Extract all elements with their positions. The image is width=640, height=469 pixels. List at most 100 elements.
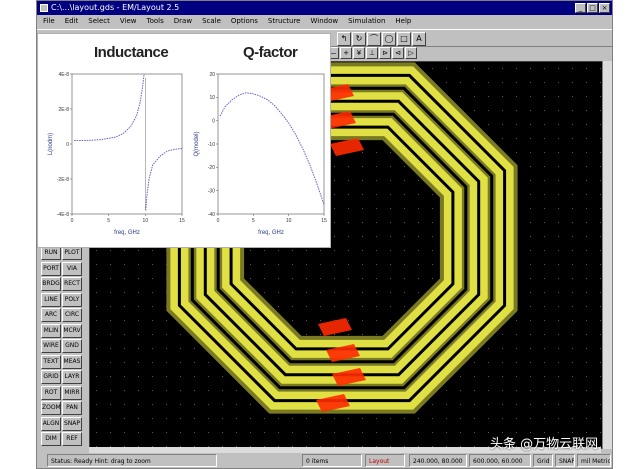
palette-dim-button[interactable]: DIM <box>41 432 61 446</box>
status-message: Status: Ready Hint: drag to zoom <box>47 454 217 467</box>
y-tick-label: -20 <box>208 165 215 171</box>
y-tick-label: 20 <box>209 72 215 78</box>
palette-mirr-button[interactable]: MIRR <box>62 385 82 400</box>
x-tick-label: 10 <box>286 218 292 224</box>
menu-draw[interactable]: Draw <box>174 15 192 28</box>
menu-simulation[interactable]: Simulation <box>348 15 385 28</box>
y-tick-label: -4E-8 <box>57 212 69 218</box>
inductance-series-branch-2 <box>145 147 183 211</box>
palette-pan-button[interactable]: PAN <box>62 401 82 415</box>
app-icon <box>40 4 48 12</box>
menu-edit[interactable]: Edit <box>65 15 79 28</box>
tool-circle-button[interactable]: ◯ <box>382 32 396 46</box>
palette-rect-button[interactable]: RECT <box>62 277 82 291</box>
palette-arc-button[interactable]: ARC <box>41 308 61 322</box>
palette-brdg-button[interactable]: BRDG <box>41 277 61 291</box>
tool-ground-button[interactable]: ⊥ <box>366 47 378 59</box>
status-mode: Layout <box>365 454 405 467</box>
x-axis-label: freq, GHz <box>114 230 140 236</box>
close-button[interactable]: × <box>599 3 610 13</box>
palette-poly-button[interactable]: POLY <box>62 292 82 307</box>
secondary-toolbar: — + ¥ ⊥ ⊳ ⊲ ▷ <box>327 47 437 61</box>
menu-select[interactable]: Select <box>88 15 110 28</box>
menu-options[interactable]: Options <box>231 15 258 28</box>
menu-structure[interactable]: Structure <box>268 15 301 28</box>
status-coord-1: 240.000, 80.000 <box>409 454 467 467</box>
palette-mcrv-button[interactable]: MCRV <box>62 323 82 338</box>
palette-mlin-button[interactable]: MLIN <box>41 323 61 338</box>
palette-zoom-button[interactable]: ZOOM <box>41 401 61 415</box>
vertical-scrollbar[interactable] <box>602 61 612 449</box>
palette-meas-button[interactable]: MEAS <box>62 354 82 369</box>
y-tick-label: 0 <box>66 142 69 148</box>
y-axis-label: L(nodm) <box>48 133 54 155</box>
chart-inductance: 4E-82E-80-2E-8-4E-80 5 10 15freq, GHzL(nodm… <box>48 72 185 236</box>
x-tick-label: 5 <box>107 218 110 224</box>
tool-port-right-button[interactable]: ⊳ <box>379 47 391 59</box>
palette-snap-button[interactable]: SNAP <box>62 416 82 431</box>
tool-port-left-button[interactable]: ⊲ <box>392 47 404 59</box>
x-tick-label: 0 <box>71 218 74 224</box>
title-bar: C:\...\layout.gds - EM/Layout 2.5 _ □ × <box>37 1 612 15</box>
plot-frame <box>71 73 183 215</box>
plots-svg: 4E-82E-80-2E-8-4E-80 5 10 15freq, GHzL(nodm… <box>48 72 327 236</box>
y-tick-label: 10 <box>209 95 215 101</box>
inductance-series-branch-1 <box>74 73 146 141</box>
status-bar: Status: Ready Hint: drag to zoom 0 items… <box>37 453 612 468</box>
y-tick-label: -2E-8 <box>57 177 69 183</box>
y-tick-label: -10 <box>208 142 215 148</box>
menu-file[interactable]: File <box>43 15 55 28</box>
status-units: mil Metric <box>577 454 611 467</box>
via-4 <box>318 318 352 336</box>
y-tick-label: -30 <box>208 188 215 194</box>
tool-rect-button[interactable]: □ <box>397 32 411 46</box>
palette-grid-button[interactable]: GRID <box>41 370 61 384</box>
y-tick-label: 0 <box>212 118 215 124</box>
palette-via-button[interactable]: VIA <box>62 261 82 276</box>
palette-layr-button[interactable]: LAYR <box>62 370 82 384</box>
status-coord-2: 600.000, 60.000 <box>469 454 531 467</box>
y-tick-label: 2E-8 <box>58 107 69 113</box>
y-tick-label: 4E-8 <box>58 72 69 78</box>
menu-help[interactable]: Help <box>395 15 411 28</box>
palette-gnd-button[interactable]: GND <box>62 339 82 353</box>
minimize-button[interactable]: _ <box>575 3 586 13</box>
x-tick-label: 15 <box>179 218 185 224</box>
tool-cross-button[interactable]: + <box>340 47 352 59</box>
tool-play-button[interactable]: ▷ <box>405 47 417 59</box>
menu-window[interactable]: Window <box>311 15 339 28</box>
menu-tools[interactable]: Tools <box>147 15 164 28</box>
status-snap: SNAP <box>555 454 575 467</box>
tool-rotate-button[interactable]: ↻ <box>352 32 366 46</box>
tool-return-button[interactable]: ↰ <box>337 32 351 46</box>
tool-tee-button[interactable]: ¥ <box>353 47 365 59</box>
palette-port-button[interactable]: PORT <box>41 261 61 276</box>
chart-qfactor: 20100-10-20-30-400 5 10 15freq, GHzQ(model) <box>194 72 327 236</box>
maximize-button[interactable]: □ <box>587 3 598 13</box>
palette-algn-button[interactable]: ALGN <box>41 416 61 431</box>
plot-panel: Inductance Q-factor 4E-8 2E-8 0 -2E-8 -4E-8 0… <box>37 33 331 248</box>
status-count: 0 items <box>302 454 362 467</box>
palette-ref-button[interactable]: REF <box>62 432 82 446</box>
tool-arc-button[interactable]: ⌒ <box>367 32 381 46</box>
palette-wire-button[interactable]: WIRE <box>41 339 61 353</box>
x-tick-label: 0 <box>217 218 220 224</box>
y-axis-label: Q(model) <box>194 131 200 156</box>
menu-scale[interactable]: Scale <box>202 15 221 28</box>
x-tick-label: 15 <box>321 218 327 224</box>
palette-text-button[interactable]: TEXT <box>41 354 61 369</box>
x-tick-label: 5 <box>252 218 255 224</box>
x-tick-label: 10 <box>143 218 149 224</box>
tool-text-button[interactable]: A <box>412 32 426 46</box>
qfactor-series <box>219 92 325 205</box>
y-tick-label: -40 <box>208 212 215 218</box>
via-3 <box>330 138 364 156</box>
palette-rot-button[interactable]: ROT <box>41 385 61 400</box>
watermark: 头条 @万物云联网 <box>490 437 599 452</box>
component-palette: RUN PLOT PORT VIA BRDG RECT LINE POLY ARC CIRC MLI… <box>41 246 85 451</box>
x-axis-label: freq, GHz <box>258 230 284 236</box>
palette-line-button[interactable]: LINE <box>41 292 61 307</box>
window-title: C:\...\layout.gds - EM/Layout 2.5 <box>51 3 180 12</box>
palette-circ-button[interactable]: CIRC <box>62 308 82 322</box>
menu-view[interactable]: View <box>120 15 137 28</box>
